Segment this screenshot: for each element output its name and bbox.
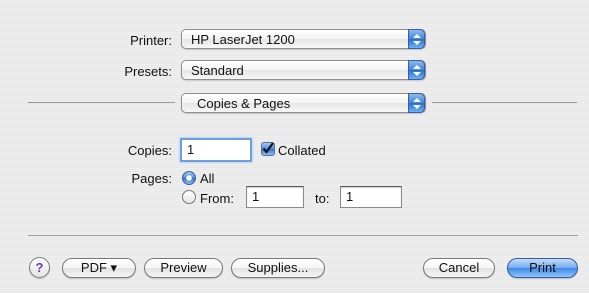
help-button[interactable]: ? (29, 257, 50, 278)
pages-from-label: From: (200, 191, 234, 206)
preview-button[interactable]: Preview (144, 258, 223, 278)
popup-arrows-icon (408, 60, 425, 80)
presets-popup[interactable]: Standard (181, 60, 426, 80)
presets-value: Standard (191, 63, 244, 78)
pages-all-label: All (200, 171, 215, 186)
pages-from-value: 1 (252, 189, 260, 204)
bottom-separator (28, 235, 578, 236)
pages-all-radio[interactable] (182, 171, 196, 185)
separator-left (28, 102, 175, 103)
collated-checkbox[interactable] (261, 142, 275, 156)
presets-label: Presets: (124, 64, 172, 79)
print-button[interactable]: Print (507, 258, 578, 278)
checkmark-icon (262, 142, 274, 154)
collated-label: Collated (278, 143, 326, 158)
copies-value: 1 (187, 142, 195, 157)
pdf-button[interactable]: PDF ▾ (62, 258, 136, 278)
pages-label: Pages: (131, 171, 172, 186)
pages-to-label: to: (315, 191, 330, 206)
copies-label: Copies: (127, 143, 172, 158)
printer-value: HP LaserJet 1200 (191, 32, 295, 47)
popup-arrows-icon (408, 29, 425, 49)
copies-field[interactable]: 1 (180, 138, 252, 162)
pages-from-field[interactable]: 1 (246, 186, 304, 208)
pages-from-radio[interactable] (182, 190, 196, 204)
print-dialog: Printer: HP LaserJet 1200 Presets: Stand… (0, 0, 589, 293)
pages-to-value: 1 (346, 189, 354, 204)
printer-label: Printer: (130, 33, 172, 48)
panel-popup[interactable]: Copies & Pages (181, 93, 426, 113)
printer-popup[interactable]: HP LaserJet 1200 (181, 29, 426, 49)
cancel-button[interactable]: Cancel (423, 258, 495, 278)
panel-value: Copies & Pages (197, 96, 291, 111)
supplies-button[interactable]: Supplies... (231, 258, 325, 278)
separator-right (432, 102, 577, 103)
popup-arrows-icon (408, 93, 425, 113)
pages-to-field[interactable]: 1 (340, 186, 402, 208)
